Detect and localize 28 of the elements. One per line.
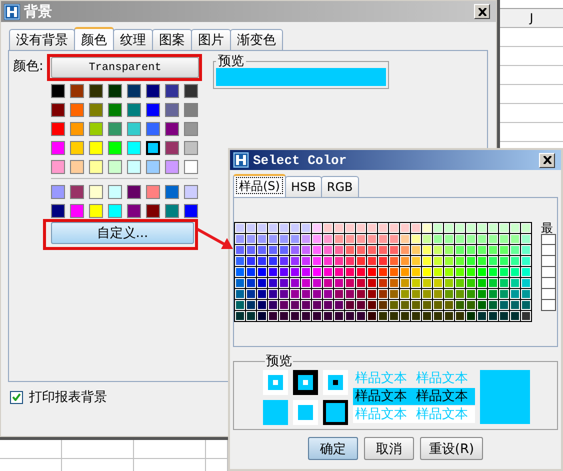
sample-text: 样品文本 — [414, 406, 475, 423]
tab[interactable]: 图案 — [152, 29, 192, 50]
dialog-button[interactable]: 取消 — [364, 437, 414, 460]
sample-text: 样品文本 — [353, 388, 414, 405]
sample-text: 样品文本 — [354, 370, 408, 387]
column-header[interactable]: J — [530, 11, 534, 25]
sample-text: 样品文本 — [414, 388, 475, 405]
tab[interactable]: 渐变色 — [230, 29, 283, 50]
checkbox-label: 打印报表背景 — [29, 389, 107, 406]
group-label: 预览 — [265, 355, 293, 368]
group-label: 预览 — [217, 55, 245, 68]
transparent-button[interactable]: Transparent — [51, 57, 199, 78]
dialog-button[interactable]: 重设(R) — [420, 437, 484, 460]
sample-text: 样品文本 — [353, 406, 414, 423]
custom-color-button[interactable]: 自定义... — [51, 222, 194, 244]
tab[interactable]: 样品(S) — [233, 174, 286, 197]
tab[interactable]: HSB — [284, 176, 322, 197]
section-label: 最 — [541, 222, 554, 234]
field-label: 颜色: — [13, 58, 44, 76]
tab[interactable]: 图片 — [191, 29, 231, 50]
dialog-button[interactable]: 确定 — [308, 437, 358, 460]
window-title: 背景 — [24, 2, 52, 20]
tab[interactable]: 颜色 — [74, 27, 114, 50]
tab[interactable]: 纹理 — [113, 29, 153, 50]
sample-text: 样品文本 — [415, 370, 469, 387]
window-title: Select Color — [253, 152, 347, 168]
tab[interactable]: 没有背景 — [9, 29, 75, 50]
tab[interactable]: RGB — [320, 176, 359, 197]
